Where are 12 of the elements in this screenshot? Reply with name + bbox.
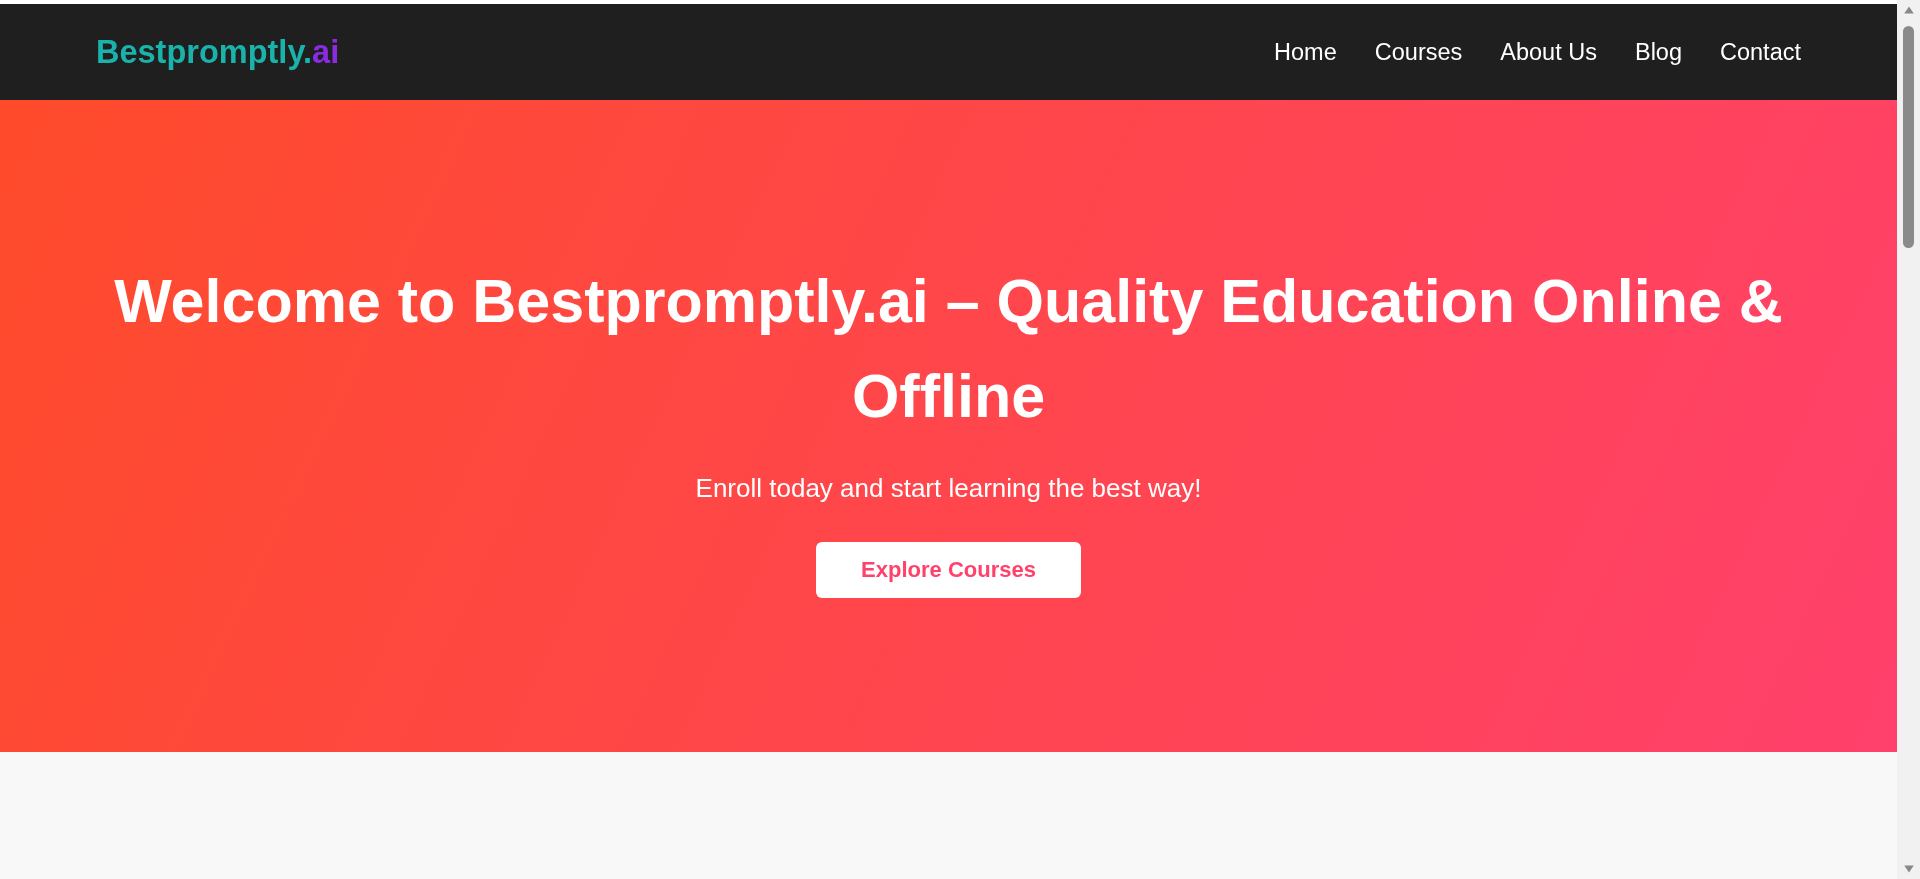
- scrollbar-thumb[interactable]: [1903, 26, 1914, 248]
- scroll-down-icon[interactable]: [1902, 863, 1915, 875]
- nav-link[interactable]: Home: [1274, 38, 1337, 66]
- site-logo[interactable]: Bestpromptly.ai: [96, 33, 340, 71]
- scroll-up-icon[interactable]: [1902, 4, 1915, 16]
- nav-link[interactable]: About Us: [1500, 38, 1597, 66]
- hero-title: Welcome to Bestpromptly.ai – Quality Education Online & Offline: [113, 265, 1784, 432]
- nav-link[interactable]: Courses: [1374, 38, 1463, 66]
- nav-link[interactable]: Contact: [1720, 38, 1801, 66]
- scrollbar[interactable]: [1897, 0, 1920, 879]
- hero-subtitle: Enroll today and start learning the best way!: [695, 473, 1202, 505]
- nav-link[interactable]: Blog: [1634, 38, 1682, 66]
